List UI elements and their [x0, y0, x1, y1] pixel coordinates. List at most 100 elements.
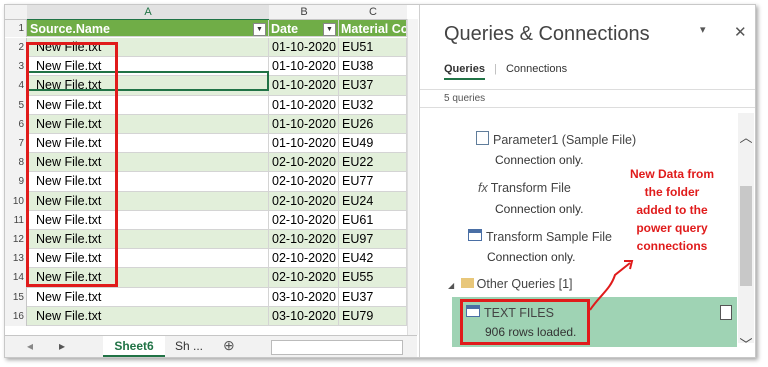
- query-item-parameter1[interactable]: Parameter1 (Sample File): [476, 131, 636, 147]
- folder-icon: [460, 278, 474, 288]
- table-cell-date[interactable]: 01-10-2020: [269, 95, 339, 115]
- table-cell-date[interactable]: 03-10-2020: [269, 287, 339, 307]
- scroll-down-icon[interactable]: ﹀: [738, 334, 754, 353]
- table-cell-date[interactable]: 01-10-2020: [269, 76, 339, 96]
- select-all-corner[interactable]: [5, 5, 27, 20]
- row-header[interactable]: 11: [5, 210, 27, 230]
- table-cell-date[interactable]: 02-10-2020: [269, 172, 339, 192]
- pane-scrollbar[interactable]: ︿ ﹀: [738, 113, 754, 352]
- tab-queries[interactable]: Queries: [444, 63, 485, 80]
- column-header-a[interactable]: A: [27, 5, 269, 21]
- annotation-line: the folder: [644, 185, 700, 199]
- table-cell-date[interactable]: 01-10-2020: [269, 57, 339, 77]
- function-icon: fx: [478, 181, 488, 195]
- row-header[interactable]: 13: [5, 249, 27, 269]
- table-cell-date[interactable]: 01-10-2020: [269, 134, 339, 154]
- scroll-up-icon[interactable]: ︿: [738, 127, 754, 146]
- annotation-line: connections: [636, 239, 708, 253]
- table-cell-material-code[interactable]: EU79: [339, 306, 407, 326]
- row-header[interactable]: 1: [5, 20, 27, 37]
- row-header[interactable]: 4: [5, 76, 27, 96]
- table-cell-date[interactable]: 03-10-2020: [269, 306, 339, 326]
- column-header-c[interactable]: C: [339, 5, 407, 20]
- parameter-icon: [476, 131, 489, 145]
- close-icon[interactable]: ✕: [734, 23, 747, 41]
- table-cell-material-code[interactable]: EU37: [339, 287, 407, 307]
- pane-options-icon[interactable]: ▾: [700, 23, 706, 36]
- row-header[interactable]: 7: [5, 134, 27, 154]
- table-cell-date[interactable]: 02-10-2020: [269, 249, 339, 269]
- table-cell-date[interactable]: 02-10-2020: [269, 153, 339, 173]
- table-icon: [468, 229, 482, 241]
- table-cell-material-code[interactable]: EU37: [339, 76, 407, 96]
- table-cell-source-name[interactable]: New File.txt: [27, 287, 269, 307]
- row-header[interactable]: 9: [5, 172, 27, 192]
- row-header[interactable]: 6: [5, 114, 27, 134]
- row-header[interactable]: 12: [5, 230, 27, 250]
- query-name: TEXT FILES: [484, 306, 554, 320]
- table-cell-material-code[interactable]: EU26: [339, 114, 407, 134]
- table-cell-date[interactable]: 02-10-2020: [269, 191, 339, 211]
- query-status: 906 rows loaded.: [485, 325, 577, 339]
- table-cell-material-code[interactable]: EU51: [339, 38, 407, 58]
- row-header[interactable]: 8: [5, 153, 27, 173]
- refresh-icon[interactable]: [720, 305, 732, 320]
- table-cell-material-code[interactable]: EU38: [339, 57, 407, 77]
- table-cell-material-code[interactable]: EU97: [339, 230, 407, 250]
- table-cell-date[interactable]: 02-10-2020: [269, 230, 339, 250]
- add-sheet-button[interactable]: ⊕: [223, 337, 235, 354]
- table-cell-date[interactable]: 01-10-2020: [269, 114, 339, 134]
- query-status: Connection only.: [495, 202, 584, 216]
- row-header[interactable]: 5: [5, 95, 27, 115]
- filter-dropdown-icon[interactable]: ▼: [253, 23, 266, 36]
- query-item-transform-file[interactable]: fx Transform File: [478, 181, 571, 195]
- query-group-other[interactable]: ◢ Other Queries [1]: [448, 277, 573, 291]
- table-header-material-code[interactable]: Material Co: [339, 20, 407, 37]
- column-header-b[interactable]: B: [269, 5, 339, 20]
- annotation-line: power query: [636, 221, 708, 235]
- pane-title: Queries & Connections: [444, 23, 650, 45]
- annotation-line: New Data from: [629, 167, 715, 181]
- table-cell-material-code[interactable]: EU24: [339, 191, 407, 211]
- row-header[interactable]: 2: [5, 38, 27, 58]
- query-name: Transform File: [490, 181, 571, 195]
- table-cell-material-code[interactable]: EU61: [339, 210, 407, 230]
- annotation-line: added to the: [636, 203, 708, 217]
- header-label: Source.Name: [30, 22, 110, 36]
- row-header[interactable]: 10: [5, 191, 27, 211]
- table-cell-material-code[interactable]: EU22: [339, 153, 407, 173]
- filter-dropdown-icon[interactable]: ▼: [323, 23, 336, 36]
- vertical-scrollbar[interactable]: [407, 19, 418, 335]
- spreadsheet: A B C 1 Source.Name ▼ Date ▼ Material Co…: [5, 5, 418, 357]
- table-cell-material-code[interactable]: EU55: [339, 268, 407, 288]
- sheet-tab-active[interactable]: Sheet6: [103, 336, 165, 357]
- table-header-source-name[interactable]: Source.Name ▼: [27, 20, 269, 37]
- table-cell-material-code[interactable]: EU77: [339, 172, 407, 192]
- table-cell-date[interactable]: 01-10-2020: [269, 38, 339, 58]
- header-label: Date: [271, 22, 299, 36]
- sheet-tab-bar: ◂ ▸ Sheet6 Sh ... ⊕: [5, 335, 417, 357]
- horizontal-scrollbar[interactable]: [271, 340, 403, 355]
- query-item-transform-sample-file[interactable]: Transform Sample File: [468, 229, 612, 244]
- scroll-right-icon[interactable]: ▸: [59, 339, 65, 353]
- query-name: Transform Sample File: [486, 230, 612, 244]
- table-cell-date[interactable]: 02-10-2020: [269, 268, 339, 288]
- scroll-thumb[interactable]: [740, 186, 752, 286]
- table-cell-material-code[interactable]: EU49: [339, 134, 407, 154]
- tab-connections[interactable]: Connections: [506, 63, 567, 75]
- row-header[interactable]: 16: [5, 306, 27, 326]
- table-cell-material-code[interactable]: EU42: [339, 249, 407, 269]
- table-cell-material-code[interactable]: EU32: [339, 95, 407, 115]
- table-cell-date[interactable]: 02-10-2020: [269, 210, 339, 230]
- table-cell-source-name[interactable]: New File.txt: [27, 306, 269, 326]
- collapse-icon[interactable]: ◢: [448, 281, 454, 290]
- query-row: TEXT FILES: [466, 305, 554, 320]
- query-name: Parameter1 (Sample File): [493, 133, 637, 147]
- scroll-left-icon[interactable]: ◂: [27, 339, 33, 353]
- query-status: Connection only.: [487, 250, 576, 264]
- sheet-tab-other[interactable]: Sh ...: [175, 339, 203, 353]
- row-header[interactable]: 3: [5, 57, 27, 77]
- table-header-date[interactable]: Date ▼: [269, 20, 339, 37]
- row-header[interactable]: 15: [5, 287, 27, 307]
- row-header[interactable]: 14: [5, 268, 27, 288]
